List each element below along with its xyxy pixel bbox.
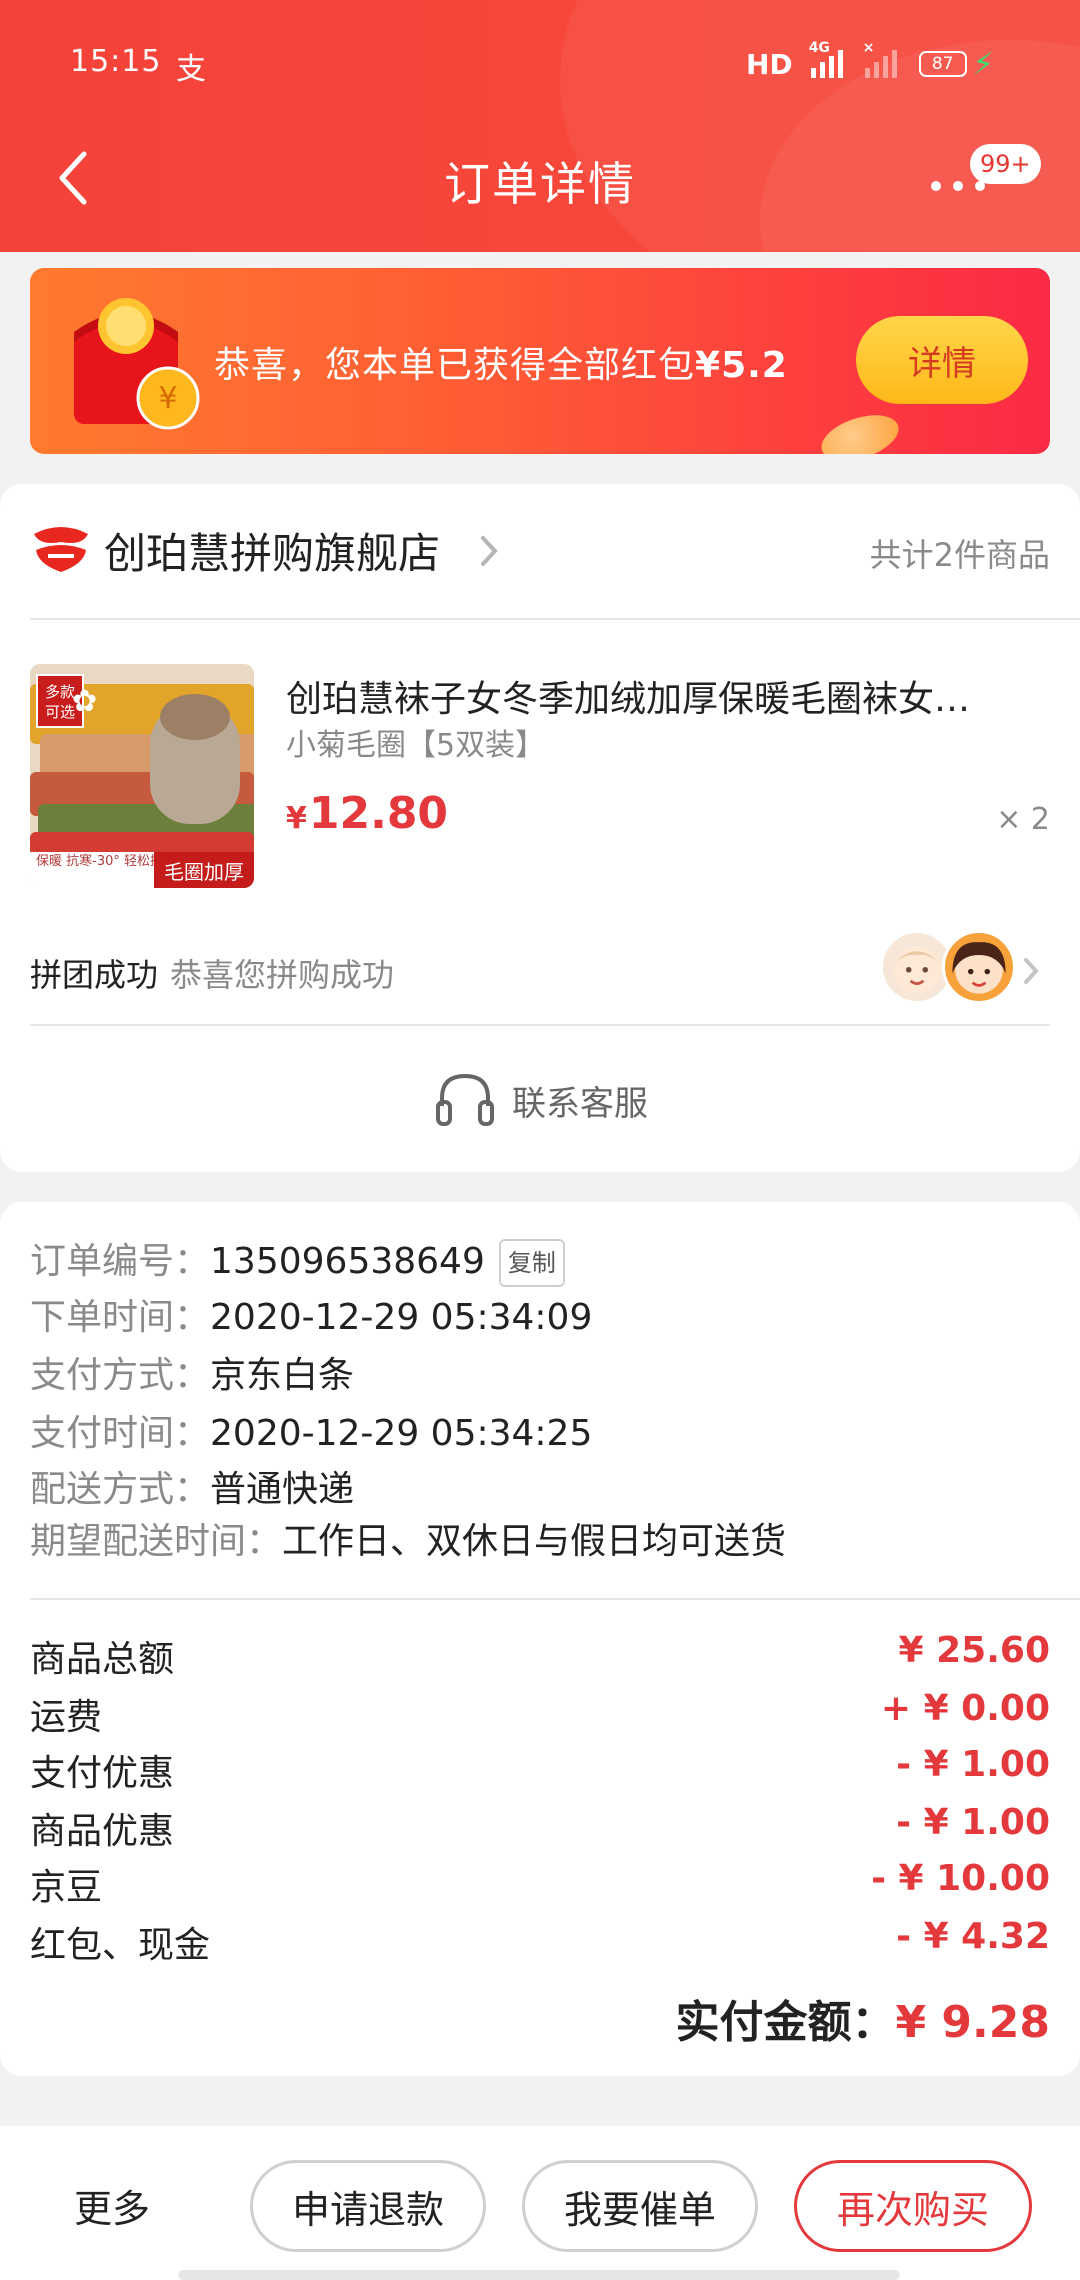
- product-title[interactable]: 创珀慧袜子女冬季加绒加厚保暖毛圈袜女…: [286, 670, 1030, 722]
- fee-label: 商品总额: [30, 1639, 175, 1680]
- app-header: 15:15 支 HD 4G × 87 ⚡ 订单详情 99+: [0, 0, 1080, 252]
- copy-button[interactable]: 复制: [498, 1239, 565, 1287]
- expected-delivery-row: 期望配送时间：工作日、双休日与假日均可送货: [30, 1521, 787, 1562]
- order-time-row: 下单时间：2020-12-29 05:34:09: [30, 1297, 593, 1338]
- contact-service-button[interactable]: 联系客服: [512, 1076, 648, 1125]
- fee-label: 支付优惠: [30, 1753, 175, 1794]
- buy-again-button[interactable]: 再次购买: [794, 2160, 1032, 2252]
- total-paid: 实付金额：¥ 9.28: [676, 1986, 1051, 2050]
- fee-value: ¥ 25.60: [898, 1630, 1050, 1671]
- chevron-right-icon[interactable]: [1022, 956, 1040, 986]
- divider: [30, 1598, 1080, 1600]
- product-spec: 小菊毛圈【5双装】: [286, 728, 546, 763]
- fee-label: 运费: [30, 1697, 103, 1738]
- order-number-row: 订单编号：135096538649 复制: [30, 1232, 565, 1287]
- payment-method-row: 支付方式：京东白条: [30, 1355, 355, 1396]
- thumbnail-caption: 保暖 抗寒-30° 轻松抵御寒冬 毛圈加厚: [30, 852, 254, 888]
- avatar-face-icon: [893, 945, 941, 994]
- avatar[interactable]: [942, 930, 1016, 1004]
- payment-time-row: 支付时间：2020-12-29 05:34:25: [30, 1413, 593, 1454]
- battery-icon: 87: [918, 51, 967, 77]
- signal-icon: 4G: [809, 40, 847, 78]
- group-buy-message: 恭喜您拼购成功: [170, 956, 395, 994]
- refund-button[interactable]: 申请退款: [250, 2160, 486, 2252]
- urge-order-button[interactable]: 我要催单: [522, 2160, 758, 2252]
- more-button[interactable]: 更多: [74, 2178, 150, 2233]
- svg-text:¥: ¥: [158, 381, 177, 416]
- red-packet-icon: ¥: [74, 298, 200, 430]
- alipay-icon: 支: [176, 52, 206, 87]
- signal-icon-sim2: ×: [863, 40, 901, 78]
- fee-value: - ¥ 1.00: [896, 1802, 1050, 1843]
- product-quantity: × 2: [996, 802, 1050, 837]
- total-value: ¥ 9.28: [895, 1997, 1051, 2048]
- fee-label: 商品优惠: [30, 1811, 175, 1852]
- avatar-face-icon: [952, 942, 1006, 994]
- red-packet-banner: ¥ 恭喜，您本单已获得全部红包¥5.2 详情: [30, 268, 1050, 454]
- order-info-card: 订单编号：135096538649 复制 下单时间：2020-12-29 05:3…: [0, 1202, 1080, 2076]
- flower-icon: ✿: [72, 684, 98, 719]
- store-card: 创珀慧拼购旗舰店 共计2件商品 多款可选 ✿ 保暖 抗寒-30° 轻松抵御寒冬 …: [0, 484, 1080, 1172]
- chevron-right-icon[interactable]: [478, 534, 500, 568]
- delivery-method-row: 配送方式：普通快递: [30, 1469, 355, 1510]
- item-count: 共计2件商品: [869, 536, 1050, 574]
- product-price: ¥12.80: [286, 788, 449, 839]
- store-logo-icon: [34, 527, 88, 572]
- red-packet-amount: ¥5.2: [695, 345, 788, 386]
- status-time: 15:15: [70, 44, 162, 79]
- fee-value: + ¥ 0.00: [880, 1688, 1050, 1729]
- bolt-icon: ⚡: [972, 46, 994, 82]
- store-name[interactable]: 创珀慧拼购旗舰店: [104, 520, 440, 581]
- group-buy-status: 拼团成功: [30, 956, 159, 994]
- total-label: 实付金额：: [675, 1997, 896, 2048]
- fee-value: - ¥ 1.00: [896, 1744, 1050, 1785]
- coin-decoration: [815, 406, 905, 454]
- fee-value: - ¥ 10.00: [871, 1858, 1050, 1899]
- bottom-action-bar: 更多 申请退款 我要催单 再次购买: [0, 2126, 1080, 2280]
- product-thumbnail[interactable]: 多款可选 ✿ 保暖 抗寒-30° 轻松抵御寒冬 毛圈加厚: [30, 664, 254, 888]
- divider: [30, 1024, 1050, 1026]
- fee-label: 京豆: [30, 1867, 103, 1908]
- red-packet-details-button[interactable]: 详情: [856, 316, 1028, 404]
- order-number: 135096538649: [210, 1241, 485, 1282]
- headset-icon[interactable]: [434, 1070, 496, 1130]
- message-badge: 99+: [970, 144, 1041, 184]
- page-title: 订单详情: [444, 157, 636, 211]
- red-packet-message: 恭喜，您本单已获得全部红包¥5.2: [214, 345, 788, 386]
- fee-label: 红包、现金: [30, 1925, 211, 1966]
- fee-value: - ¥ 4.32: [896, 1916, 1050, 1957]
- divider: [30, 618, 1080, 620]
- home-indicator[interactable]: [178, 2270, 900, 2280]
- status-indicators: HD 4G × 87 ⚡: [746, 40, 994, 84]
- hd-network-label: HD: [746, 47, 793, 81]
